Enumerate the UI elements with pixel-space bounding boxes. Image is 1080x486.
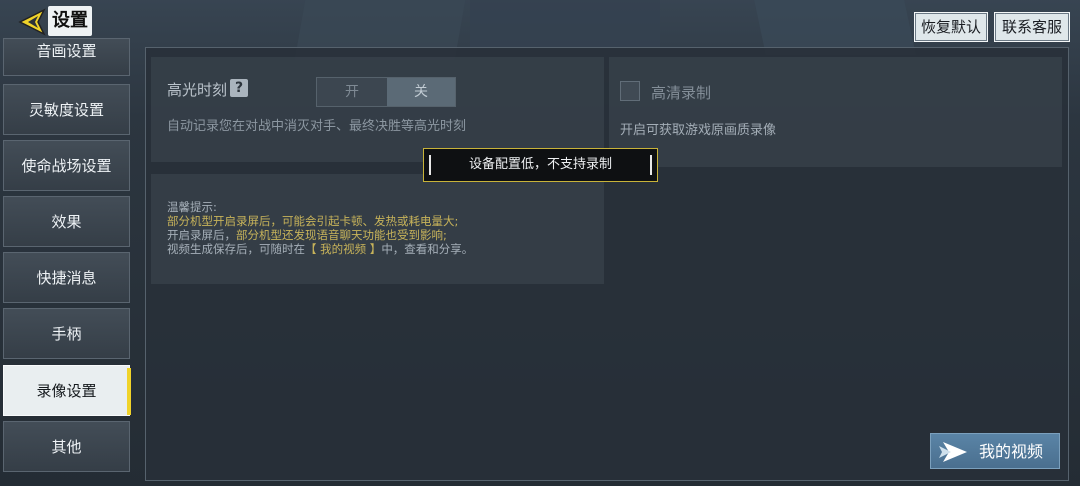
hd-record-checkbox[interactable] (620, 81, 640, 101)
sidebar-item-other[interactable]: 其他 (3, 421, 130, 472)
hd-record-card: 高清录制 开启可获取游戏原画质录像 (609, 57, 1062, 167)
tips-title: 温馨提示: (167, 200, 217, 214)
tips-text: 温馨提示: 部分机型开启录屏后，可能会引起卡顿、发热或耗电量大; 开启录屏后，部… (167, 200, 473, 256)
hd-record-label: 高清录制 (651, 84, 712, 102)
highlight-label: 高光时刻 (167, 81, 228, 99)
tips-line: 开启录屏后，部分机型还发现语音聊天功能也受到影响; (167, 228, 447, 242)
sidebar-item-audio-video[interactable]: 音画设置 (3, 38, 130, 76)
sidebar-item-effects[interactable]: 效果 (3, 196, 130, 247)
toast-message: 设备配置低，不支持录制 (423, 148, 658, 182)
recording-settings-panel: 高光时刻 ? 开 关 自动记录您在对战中消灭对手、最终决胜等高光时刻 高清录制 … (145, 47, 1069, 481)
page-title: 设置 (48, 6, 92, 36)
my-videos-button[interactable]: 我的视频 (930, 433, 1060, 469)
toggle-off-option[interactable]: 关 (387, 78, 455, 106)
tips-card: 温馨提示: 部分机型开启录屏后，可能会引起卡顿、发热或耗电量大; 开启录屏后，部… (151, 174, 604, 284)
sidebar-item-quick-messages[interactable]: 快捷消息 (3, 252, 130, 303)
background-decoration (470, 0, 660, 48)
sidebar-item-battlefield[interactable]: 使命战场设置 (3, 140, 130, 191)
back-arrow-icon[interactable] (18, 8, 46, 36)
help-icon[interactable]: ? (230, 79, 248, 97)
play-arrow-icon (939, 442, 967, 462)
highlight-card: 高光时刻 ? 开 关 自动记录您在对战中消灭对手、最终决胜等高光时刻 (151, 57, 604, 162)
toggle-on-option[interactable]: 开 (317, 78, 387, 106)
sidebar-item-recording[interactable]: 录像设置 (3, 365, 131, 416)
highlight-description: 自动记录您在对战中消灭对手、最终决胜等高光时刻 (167, 119, 467, 134)
tips-line: 部分机型开启录屏后，可能会引起卡顿、发热或耗电量大; (167, 214, 459, 228)
hd-record-description: 开启可获取游戏原画质录像 (620, 123, 777, 138)
highlight-toggle[interactable]: 开 关 (316, 77, 456, 107)
sidebar-item-sensitivity[interactable]: 灵敏度设置 (3, 84, 130, 135)
sidebar-item-controller[interactable]: 手柄 (3, 308, 130, 359)
contact-support-button[interactable]: 联系客服 (994, 12, 1070, 42)
tips-line: 视频生成保存后，可随时在【 我的视频 】中，查看和分享。 (167, 242, 474, 256)
my-videos-label: 我的视频 (979, 442, 1044, 461)
restore-defaults-button[interactable]: 恢复默认 (914, 12, 988, 42)
